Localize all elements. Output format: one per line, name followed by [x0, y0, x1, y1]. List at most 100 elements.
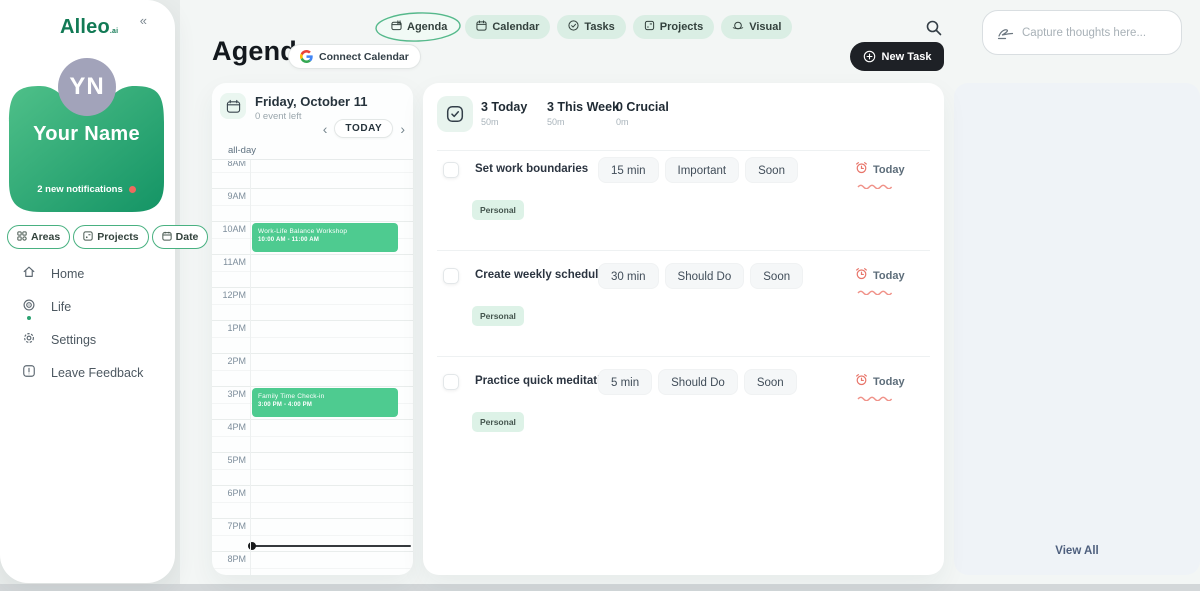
tab-projects[interactable]: Projects: [633, 15, 714, 39]
divider: [437, 356, 930, 357]
task-checkbox[interactable]: [443, 374, 459, 390]
gear-icon: [22, 331, 36, 350]
task-tag[interactable]: Personal: [472, 200, 524, 220]
stat-duration: 0m: [616, 117, 669, 127]
task-title[interactable]: Practice quick meditation: [475, 375, 614, 387]
page-edge: [0, 584, 1200, 591]
calendar-event[interactable]: Family Time Check-in3:00 PM - 4:00 PM: [252, 388, 398, 417]
search-icon[interactable]: [925, 19, 945, 39]
hour-row[interactable]: 6PM: [212, 485, 413, 518]
view-all-link[interactable]: View All: [954, 545, 1200, 557]
sidebar-item-life[interactable]: Life: [22, 295, 143, 319]
task-duration-chip[interactable]: 30 min: [598, 263, 659, 289]
due-label: Today: [873, 164, 905, 176]
task-urgency-chip[interactable]: Soon: [745, 157, 798, 183]
tab-agenda[interactable]: Agenda: [380, 15, 458, 39]
task-row: Practice quick meditation5 minShould DoS…: [423, 373, 944, 401]
divider: [437, 150, 930, 151]
squiggle-underline: [857, 176, 893, 194]
hour-row[interactable]: 4PM: [212, 419, 413, 452]
task-duration-chip[interactable]: 15 min: [598, 157, 659, 183]
calendar-event[interactable]: Work-Life Balance Workshop10:00 AM - 11:…: [252, 223, 398, 252]
date-icon: [162, 231, 172, 244]
sidebar-pill-areas[interactable]: Areas: [7, 225, 70, 249]
today-button[interactable]: TODAY: [334, 119, 393, 138]
hour-row[interactable]: 2PM: [212, 353, 413, 386]
tasks-panel: 3 Today50m 3 This Week 50m0 Crucial0m Set …: [423, 83, 944, 575]
connect-calendar-button[interactable]: Connect Calendar: [288, 44, 421, 69]
tab-visual[interactable]: Visual: [721, 15, 792, 39]
task-priority-chip[interactable]: Should Do: [665, 263, 745, 289]
sidebar-item-leave-feedback[interactable]: Leave Feedback: [22, 361, 143, 385]
capture-thoughts-input[interactable]: Capture thoughts here...: [982, 10, 1182, 55]
projects-icon: [83, 231, 93, 244]
tab-tasks[interactable]: Tasks: [557, 15, 625, 39]
event-title: Family Time Check-in: [258, 392, 392, 402]
task-stat[interactable]: 0 Crucial0m: [616, 100, 669, 127]
notifications-label[interactable]: 2 new notifications: [9, 184, 164, 195]
stat-count: 3 This Week: [547, 100, 619, 114]
task-stat[interactable]: 3 Today50m: [481, 100, 527, 127]
hour-label: 12PM: [212, 290, 246, 300]
task-title[interactable]: Create weekly schedule: [475, 269, 605, 281]
secondary-panel: View All: [954, 83, 1200, 575]
hour-label: 5PM: [212, 455, 246, 465]
squiggle-underline: [857, 282, 893, 300]
sidebar-item-settings[interactable]: Settings: [22, 328, 143, 352]
sidebar-pill-date[interactable]: Date: [152, 225, 209, 249]
due-label: Today: [873, 270, 905, 282]
sidebar-filter-pills: AreasProjectsDate: [7, 225, 208, 249]
hour-label: 11AM: [212, 257, 246, 267]
avatar[interactable]: YN: [58, 58, 116, 116]
stat-duration: 50m: [547, 117, 619, 127]
task-checkbox[interactable]: [443, 268, 459, 284]
tab-calendar[interactable]: Calendar: [465, 15, 550, 39]
hour-label: 2PM: [212, 356, 246, 366]
hour-row[interactable]: 1PM: [212, 320, 413, 353]
task-title[interactable]: Set work boundaries: [475, 163, 588, 175]
next-day-icon[interactable]: ›: [400, 122, 405, 136]
scribble-pen-icon: [997, 26, 1014, 40]
hour-row[interactable]: 5PM: [212, 452, 413, 485]
events-left-label: 0 event left: [255, 111, 301, 122]
task-checkbox[interactable]: [443, 162, 459, 178]
sidebar-pill-projects[interactable]: Projects: [73, 225, 148, 249]
all-day-row: all-day: [212, 140, 413, 160]
new-task-button[interactable]: New Task: [850, 42, 944, 71]
due-label: Today: [873, 376, 905, 388]
task-tag[interactable]: Personal: [472, 306, 524, 326]
task-priority-chip[interactable]: Important: [665, 157, 740, 183]
hour-row[interactable]: 8PM: [212, 551, 413, 575]
sidebar: Alleo.ai « YN Your Name 2 new notificati…: [0, 0, 175, 583]
agenda-calendar-panel: Friday, October 11 0 event left ‹ TODAY …: [212, 83, 413, 575]
task-stat[interactable]: 3 This Week 50m: [547, 100, 619, 127]
hour-label: 8AM: [212, 161, 246, 168]
collapse-sidebar-icon[interactable]: «: [140, 13, 147, 28]
calendar-nav: ‹ TODAY ›: [323, 119, 405, 138]
task-duration-chip[interactable]: 5 min: [598, 369, 652, 395]
task-due-badge[interactable]: Today: [855, 161, 905, 179]
hour-label: 1PM: [212, 323, 246, 333]
task-urgency-chip[interactable]: Soon: [744, 369, 797, 395]
hour-label: 4PM: [212, 422, 246, 432]
task-priority-chip[interactable]: Should Do: [658, 369, 738, 395]
task-due-badge[interactable]: Today: [855, 267, 905, 285]
hour-label: 8PM: [212, 554, 246, 564]
divider: [437, 250, 930, 251]
hour-row[interactable]: 8AM: [212, 161, 413, 188]
google-icon: [300, 50, 313, 63]
hour-label: 6PM: [212, 488, 246, 498]
alleo-logo: Alleo.ai: [60, 16, 118, 39]
hour-label: 3PM: [212, 389, 246, 399]
prev-day-icon[interactable]: ‹: [323, 122, 328, 136]
sidebar-item-home[interactable]: Home: [22, 262, 143, 286]
day-grid[interactable]: 8AM9AM10AM11AM12PM1PM2PM3PM4PM5PM6PM7PM8…: [212, 161, 413, 575]
hour-row[interactable]: 12PM: [212, 287, 413, 320]
task-due-badge[interactable]: Today: [855, 373, 905, 391]
profile-name: Your Name: [9, 123, 164, 146]
hour-row[interactable]: 9AM: [212, 188, 413, 221]
feedback-icon: [22, 364, 36, 383]
task-tag[interactable]: Personal: [472, 412, 524, 432]
task-urgency-chip[interactable]: Soon: [750, 263, 803, 289]
hour-row[interactable]: 11AM: [212, 254, 413, 287]
